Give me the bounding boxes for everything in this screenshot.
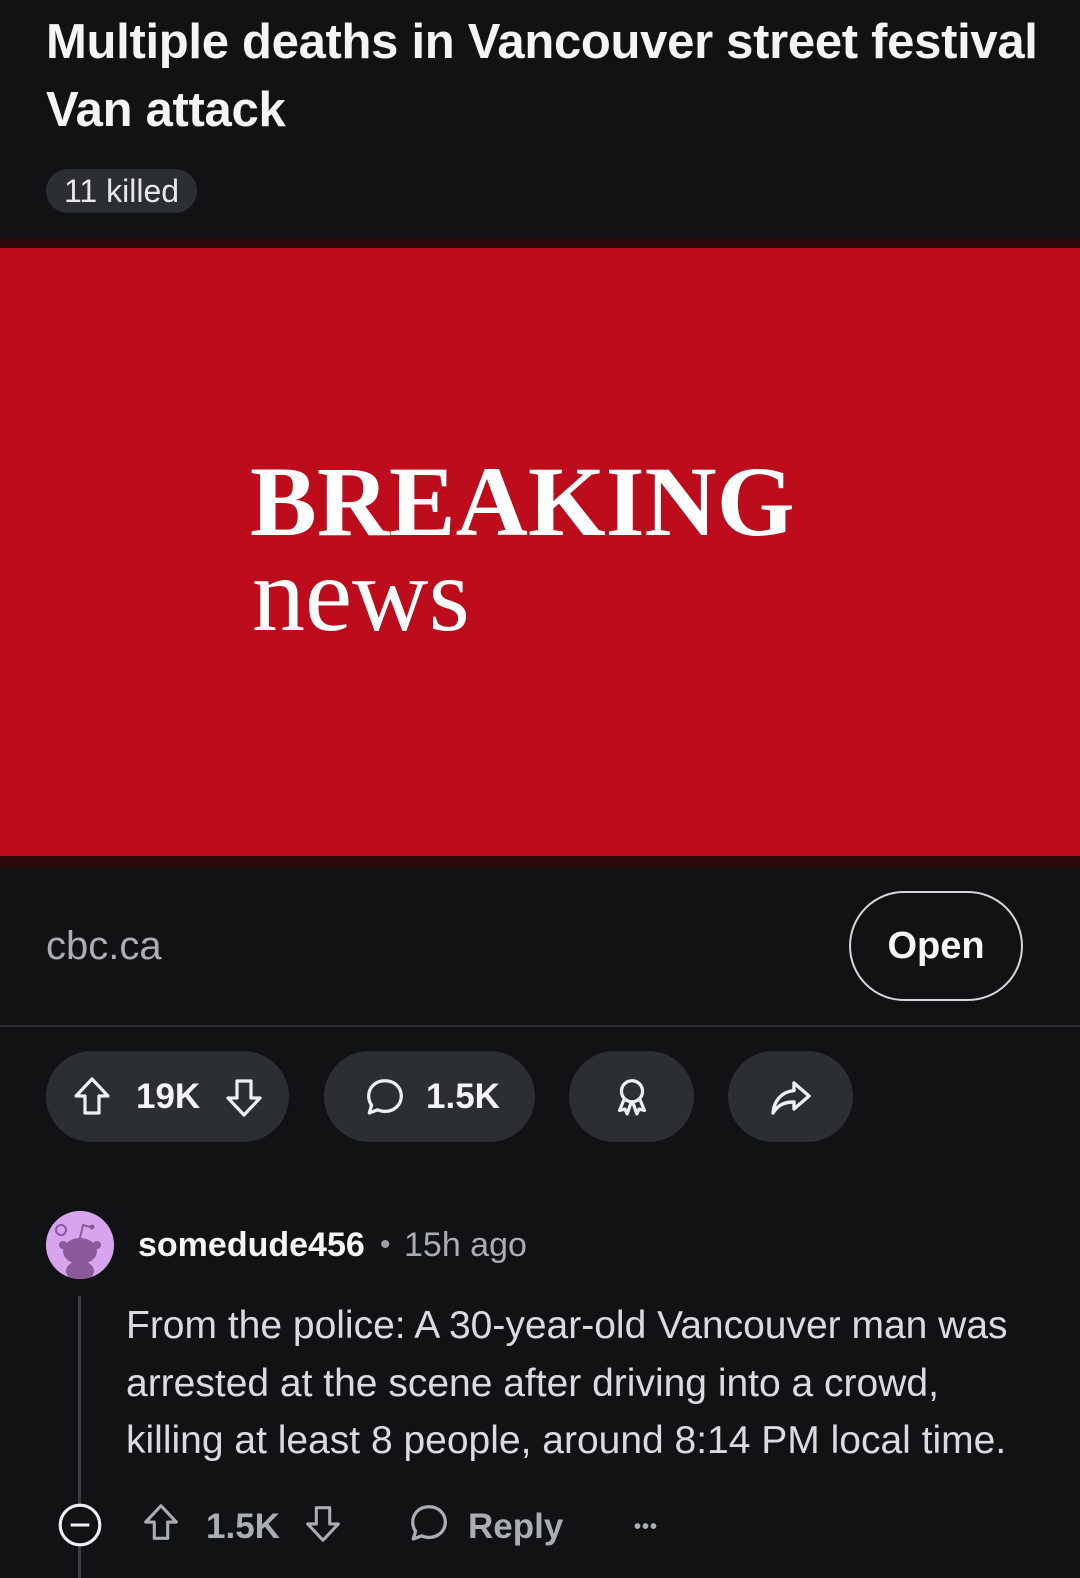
collapse-thread-button[interactable] xyxy=(55,1500,105,1554)
divider xyxy=(0,1025,1080,1027)
comments-button[interactable]: 1.5K xyxy=(324,1051,535,1142)
snoo-avatar-icon xyxy=(46,1211,114,1279)
meta-separator: • xyxy=(380,1228,391,1261)
comment-bubble-icon xyxy=(362,1074,408,1120)
post-vote-bar: 19K xyxy=(46,1051,289,1142)
avatar[interactable] xyxy=(46,1211,114,1279)
media-headline-news: news xyxy=(252,536,470,653)
link-domain[interactable]: cbc.ca xyxy=(46,920,162,972)
comment-upvote-icon[interactable] xyxy=(138,1500,184,1555)
downvote-icon[interactable] xyxy=(220,1073,268,1121)
share-icon xyxy=(767,1073,815,1121)
more-dots-icon: ••• xyxy=(634,1515,659,1538)
more-options-button[interactable]: ••• xyxy=(634,1500,658,1554)
award-icon xyxy=(609,1074,655,1120)
comment-timestamp: 15h ago xyxy=(404,1226,527,1264)
comment-downvote-icon[interactable] xyxy=(300,1500,346,1555)
comment-vote-bar: 1.5K xyxy=(138,1500,346,1554)
reply-label: Reply xyxy=(468,1507,564,1546)
comment-count: 1.5K xyxy=(426,1076,500,1116)
comment-username[interactable]: somedude456 xyxy=(138,1222,365,1268)
share-button[interactable] xyxy=(728,1051,853,1142)
award-button[interactable] xyxy=(569,1051,694,1142)
reply-button[interactable]: Reply xyxy=(406,1500,563,1554)
collapse-minus-icon xyxy=(55,1500,105,1555)
comment-vote-count: 1.5K xyxy=(206,1507,280,1546)
reply-bubble-icon xyxy=(406,1500,452,1555)
comment-body: From the police: A 30-year-old Vancouver… xyxy=(126,1304,1008,1462)
post-vote-count: 19K xyxy=(136,1076,201,1116)
post-title[interactable]: Multiple deaths in Vancouver street fest… xyxy=(46,8,1046,144)
upvote-icon[interactable] xyxy=(68,1073,116,1121)
open-link-button[interactable]: Open xyxy=(849,891,1023,1001)
post-flair: 11 killed xyxy=(46,169,198,213)
